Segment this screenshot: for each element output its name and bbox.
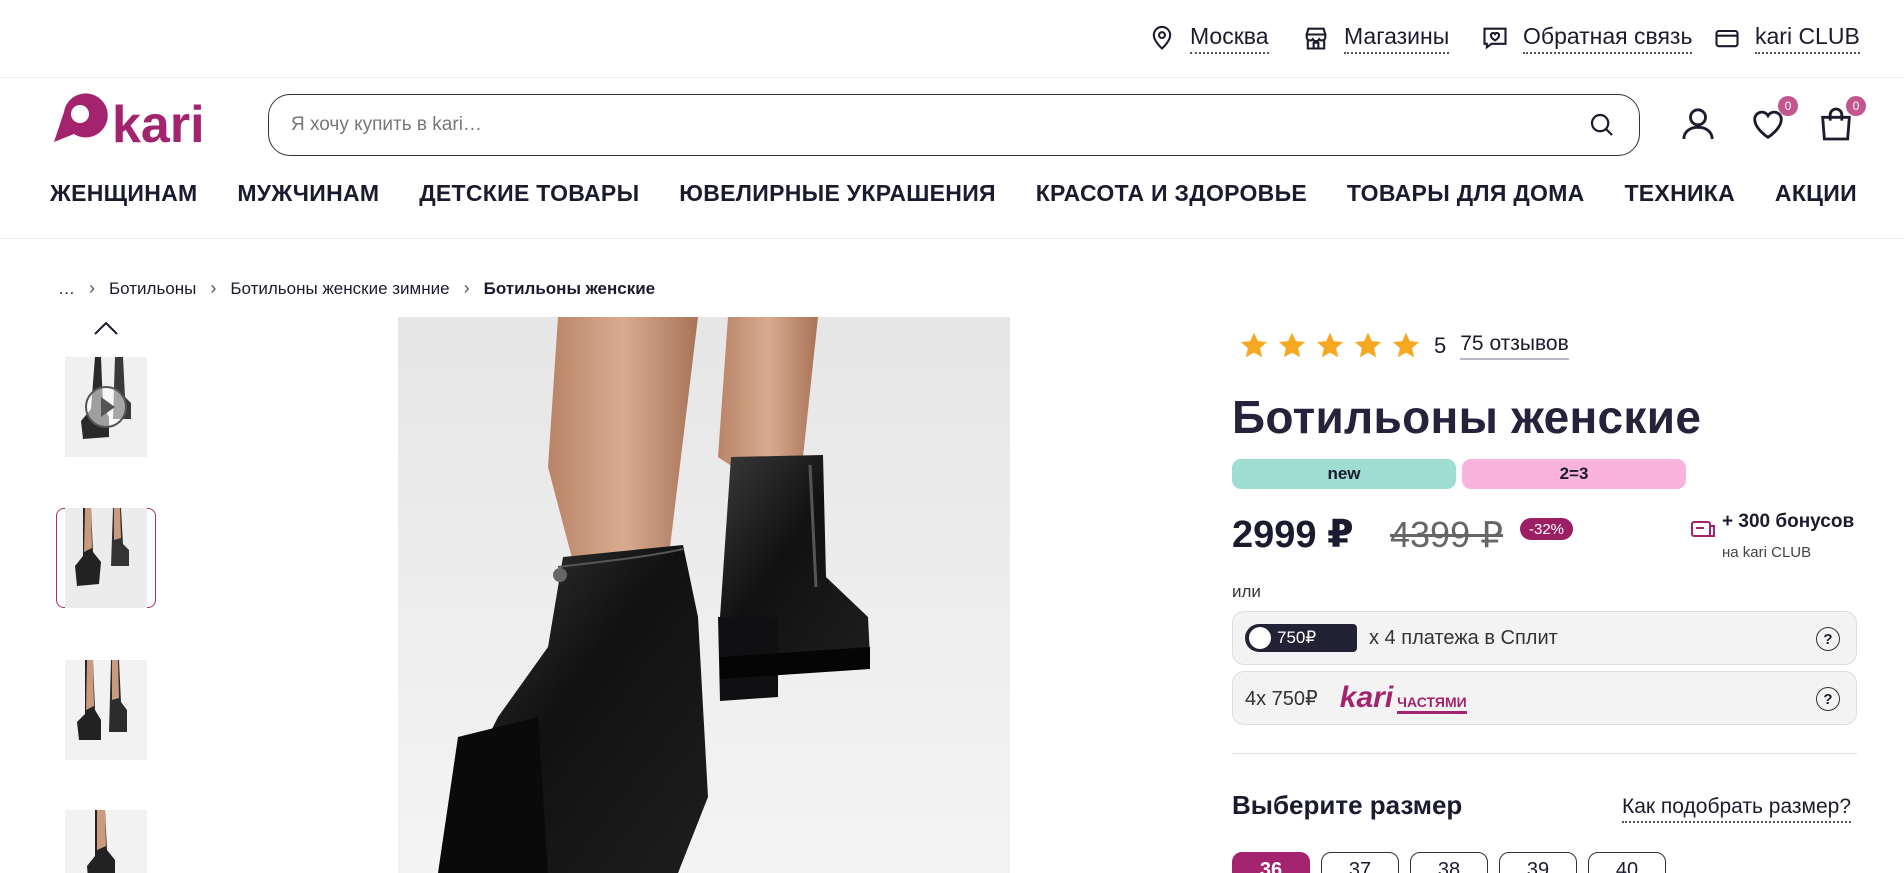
thumbnail-3[interactable] <box>56 660 156 760</box>
top-utility-bar: Москва Магазины Обратная связь kari CLUB <box>0 0 1904 78</box>
nav-item-jewelry[interactable]: ЮВЕЛИРНЫЕ УКРАШЕНИЯ <box>679 180 996 214</box>
kari-chastyami-logo: kari ЧАСТЯМИ <box>1340 681 1467 715</box>
help-icon[interactable]: ? <box>1816 687 1840 711</box>
kari-logo[interactable]: kari <box>50 90 236 154</box>
nav-item-home[interactable]: ТОВАРЫ ДЛЯ ДОМА <box>1347 180 1585 214</box>
split-amount: 750₽ <box>1277 628 1317 647</box>
nav-item-electronics[interactable]: ТЕХНИКА <box>1624 180 1735 214</box>
boot-thumbnail-image <box>65 357 147 457</box>
favorites-count-badge: 0 <box>1778 96 1798 116</box>
search-bar <box>268 94 1640 156</box>
breadcrumb-item-booties[interactable]: Ботильоны <box>109 279 196 299</box>
nav-item-men[interactable]: МУЖЧИНАМ <box>237 180 379 214</box>
star-icon <box>1240 332 1268 358</box>
user-icon <box>1682 108 1714 140</box>
parts-brand: kari <box>1339 681 1394 714</box>
help-icon[interactable]: ? <box>1816 627 1840 651</box>
feedback-label: Обратная связь <box>1523 23 1693 54</box>
thumbnail-video[interactable] <box>56 357 156 457</box>
tag-new: new <box>1232 459 1456 489</box>
boot-photo <box>398 317 1010 873</box>
nav-item-kids[interactable]: ДЕТСКИЕ ТОВАРЫ <box>419 180 639 214</box>
boot-thumbnail-image <box>65 508 147 608</box>
feedback-heart-icon <box>1483 27 1507 50</box>
product-rating: 5 75 отзывов <box>1238 330 1569 362</box>
search-input[interactable] <box>291 114 1587 136</box>
thumbnail-4[interactable] <box>56 810 156 873</box>
split-badge: 750₽ <box>1245 624 1357 652</box>
split-logo-icon <box>1249 627 1271 649</box>
star-icon <box>1392 332 1420 358</box>
size-option-40[interactable]: 40 <box>1588 852 1666 873</box>
parts-amount: 4х 750₽ <box>1245 687 1318 710</box>
size-option-38[interactable]: 38 <box>1410 852 1488 873</box>
profile-button[interactable] <box>1678 104 1718 144</box>
size-guide-link[interactable]: Как подобрать размер? <box>1622 795 1852 823</box>
split-text: х 4 платежа в Сплит <box>1369 626 1558 649</box>
rating-score: 5 <box>1434 333 1447 358</box>
breadcrumb-item-winter-booties[interactable]: Ботильоны женские зимние <box>230 279 449 299</box>
favorites-button[interactable]: 0 <box>1748 96 1798 144</box>
kari-logo-mark: kari <box>54 93 205 154</box>
old-price: 4399 ₽ <box>1390 514 1503 555</box>
chevron-right-icon: › <box>89 278 95 298</box>
reviews-link[interactable]: 75 отзывов <box>1460 332 1569 360</box>
location-pin-icon <box>1152 25 1172 50</box>
bonus-amount: + 300 бонусов <box>1722 511 1855 532</box>
store-icon <box>1305 27 1327 50</box>
size-option-37[interactable]: 37 <box>1321 852 1399 873</box>
chevron-right-icon: › <box>463 278 470 298</box>
kari-club-label: kari CLUB <box>1755 23 1860 54</box>
discount-badge: -32% <box>1520 518 1574 540</box>
stores-label: Магазины <box>1344 23 1450 54</box>
star-icon <box>1354 332 1382 358</box>
size-option-36[interactable]: 36 <box>1232 852 1310 873</box>
nav-item-women[interactable]: ЖЕНЩИНАМ <box>50 180 198 214</box>
thumbnail-2-selected[interactable] <box>56 508 156 608</box>
logo-text: kari <box>112 96 205 148</box>
kari-parts-payment-option[interactable]: 4х 750₽ kari ЧАСТЯМИ ? <box>1232 671 1857 725</box>
nav-divider <box>0 238 1904 239</box>
city-selector[interactable]: Москва <box>1148 20 1269 56</box>
city-label: Москва <box>1190 23 1269 54</box>
chevron-right-icon: › <box>210 278 217 298</box>
current-price: 2999 ₽ <box>1232 514 1354 556</box>
boot-thumbnail-image <box>65 660 147 760</box>
boot-thumbnail-image <box>65 810 147 873</box>
bonus-card-icon <box>1691 521 1715 537</box>
product-title: Ботильоны женские <box>1232 391 1702 443</box>
size-section-title: Выберите размер <box>1232 790 1463 820</box>
product-main-image[interactable] <box>398 317 1010 873</box>
size-option-39[interactable]: 39 <box>1499 852 1577 873</box>
or-label: или <box>1232 582 1261 601</box>
bonus-subtitle: на kari CLUB <box>1722 544 1812 561</box>
feedback-link[interactable]: Обратная связь <box>1481 20 1693 56</box>
stores-link[interactable]: Магазины <box>1302 20 1450 56</box>
nav-item-promo[interactable]: АКЦИИ <box>1775 180 1857 214</box>
breadcrumb-ellipsis[interactable]: … <box>58 279 75 299</box>
main-nav: ЖЕНЩИНАМ МУЖЧИНАМ ДЕТСКИЕ ТОВАРЫ ЮВЕЛИРН… <box>50 180 1857 214</box>
search-icon[interactable] <box>1587 110 1617 140</box>
chevron-up-icon[interactable] <box>92 318 120 340</box>
breadcrumb-current: Ботильоны женские <box>483 278 656 298</box>
star-icon <box>1278 332 1306 358</box>
tag-promo-2-3: 2=3 <box>1462 459 1686 489</box>
nav-item-beauty[interactable]: КРАСОТА И ЗДОРОВЬЕ <box>1036 180 1307 214</box>
kari-club-link[interactable]: kari CLUB <box>1713 20 1860 56</box>
section-divider <box>1232 753 1857 754</box>
cart-count-badge: 0 <box>1846 96 1866 116</box>
star-icon <box>1316 332 1344 358</box>
breadcrumb: … › Ботильоны › Ботильоны женские зимние… <box>58 278 655 299</box>
cart-button[interactable]: 0 <box>1816 96 1866 144</box>
parts-brand-sub: ЧАСТЯМИ <box>1397 694 1467 714</box>
card-icon <box>1715 29 1739 48</box>
split-payment-option[interactable]: 750₽ х 4 платежа в Сплит ? <box>1232 611 1857 665</box>
